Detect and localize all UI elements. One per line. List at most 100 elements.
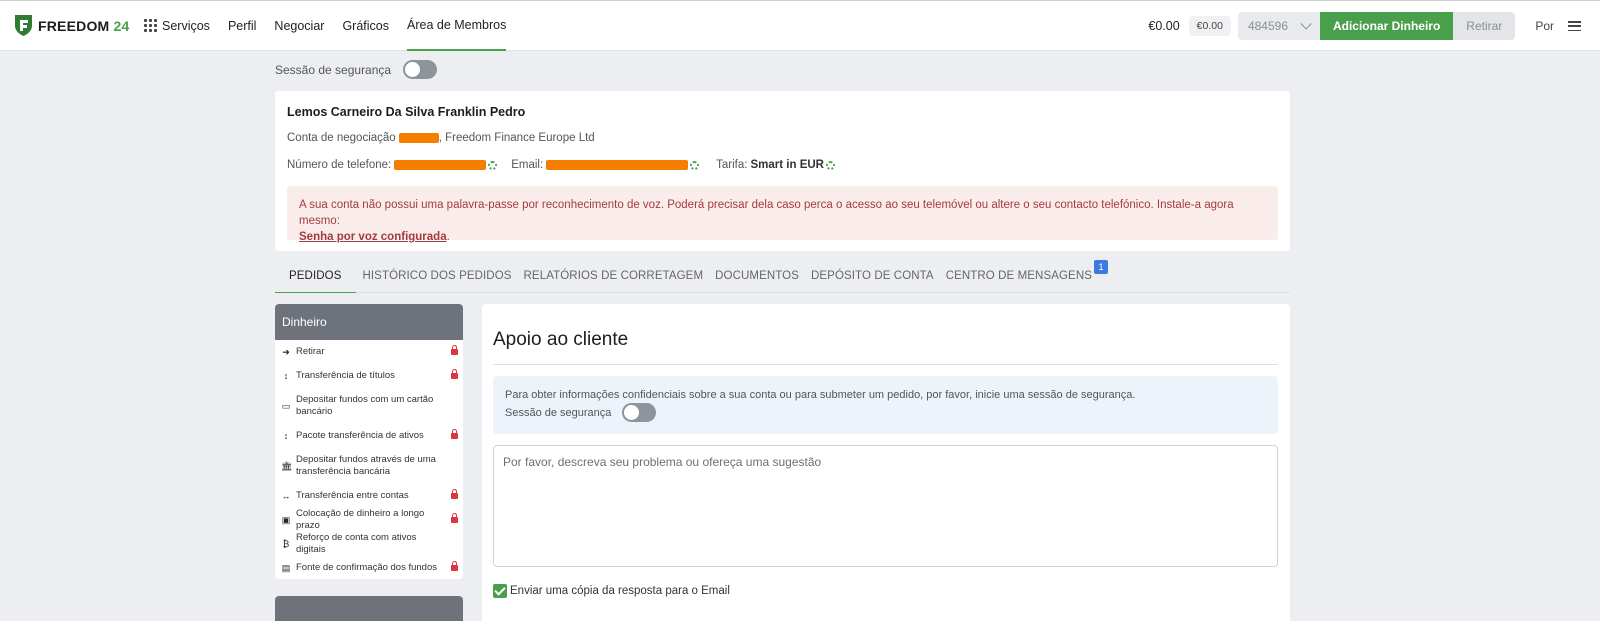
second-sidebar-panel	[275, 596, 463, 621]
info-security-row: Sessão de segurança	[505, 403, 1266, 422]
contact-line: Número de telefone: Email: Tarifa: Smart…	[287, 159, 835, 171]
hamburger-menu-icon[interactable]	[1568, 21, 1581, 31]
sidebar-item-label: Transferência entre contas	[296, 490, 409, 501]
document-icon: ▤	[281, 563, 291, 573]
sidebar-item-digital-assets[interactable]: ₿ Reforço de conta com ativos digitais	[275, 532, 463, 556]
voice-password-alert: A sua conta não possui uma palavra-passe…	[287, 186, 1278, 243]
security-session-toggle[interactable]	[622, 403, 657, 422]
transfer-icon: ↕	[283, 371, 289, 381]
customer-support-card: Apoio ao cliente Para obter informações …	[482, 304, 1290, 621]
transfer-icon: ↕	[283, 431, 289, 441]
alert-end: .	[446, 231, 450, 243]
account-label: Conta de negociação	[287, 132, 396, 144]
gear-icon[interactable]	[690, 160, 700, 170]
account-line: Conta de negociação , Freedom Finance Eu…	[287, 132, 595, 144]
email-copy-label[interactable]: Enviar uma cópia da resposta para o Emai…	[510, 585, 730, 597]
brand-logo[interactable]: FREEDOM 24	[14, 14, 129, 37]
withdraw-button[interactable]: Retirar	[1453, 12, 1516, 40]
security-session-label: Sessão de segurança	[505, 406, 612, 419]
account-number: 484596	[1247, 19, 1288, 33]
tab-documents[interactable]: DOCUMENTOS	[709, 263, 805, 293]
security-session-toggle[interactable]	[403, 60, 438, 79]
tariff-value: Smart in EUR	[750, 159, 824, 171]
sidebar-item-transfer-between-accounts[interactable]: ↔ Transferência entre contas	[275, 484, 463, 508]
lock-icon	[451, 513, 458, 523]
top-bar: FREEDOM 24 Serviços Perfil Negociar Gráf…	[0, 0, 1600, 51]
header-tools: €0.00 €0.00 484596 Adicionar Dinheiro Re…	[1148, 1, 1600, 51]
lock-icon	[451, 345, 458, 355]
email-copy-checkbox[interactable]	[493, 584, 507, 598]
security-info-box: Para obter informações confidenciais sob…	[493, 376, 1278, 434]
sidebar-item-securities-transfer[interactable]: ↕ Transferência de títulos	[275, 364, 463, 388]
redacted-email	[546, 160, 689, 170]
sidebar-item-withdraw[interactable]: ➜ Retirar	[275, 340, 463, 364]
tariff-label: Tarifa:	[716, 159, 748, 171]
balance: €0.00	[1148, 19, 1180, 33]
message-count-badge: 1	[1094, 260, 1108, 274]
lock-icon	[451, 429, 458, 439]
tab-message-center[interactable]: CENTRO DE MENSAGENS 1	[940, 260, 1108, 293]
sidebar-item-asset-package-transfer[interactable]: ↕ Pacote transferência de ativos	[275, 424, 463, 448]
redacted-phone	[394, 160, 487, 170]
sidebar-item-label: Retirar	[296, 346, 325, 357]
chevron-down-icon	[1300, 18, 1312, 30]
brand-name: FREEDOM 24	[38, 17, 130, 34]
redacted-account	[398, 133, 439, 143]
gear-icon[interactable]	[825, 160, 835, 170]
main-nav: Serviços Perfil Negociar Gráficos Área d…	[144, 1, 524, 51]
tab-brokerage-reports[interactable]: RELATÓRIOS DE CORRETAGEM	[518, 263, 710, 293]
tab-orders[interactable]: PEDIDOS	[275, 263, 357, 293]
account-company: , Freedom Finance Europe Ltd	[438, 132, 595, 144]
shield-logo-icon	[15, 15, 32, 36]
money-icon: ▣	[281, 515, 291, 525]
card-icon: ▭	[281, 401, 291, 411]
tab-account-deposit[interactable]: DEPÓSITO DE CONTA	[805, 263, 940, 293]
gear-icon[interactable]	[488, 160, 498, 170]
exit-icon: ➜	[282, 347, 290, 357]
nav-trade[interactable]: Negociar	[274, 1, 324, 51]
profile-card: Lemos Carneiro Da Silva Franklin Pedro C…	[275, 91, 1290, 251]
nav-services[interactable]: Serviços	[144, 1, 210, 51]
nav-charts[interactable]: Gráficos	[342, 1, 389, 51]
security-session-row: Sessão de segurança	[275, 60, 438, 79]
sidebar-item-label: Pacote transferência de ativos	[296, 430, 424, 441]
sidebar-item-label: Colocação de dinheiro a longo prazo	[296, 508, 425, 531]
arrows-icon: ↔	[281, 491, 291, 501]
sidebar-item-label: Fonte de confirmação dos fundos	[296, 562, 438, 573]
message-textarea[interactable]	[493, 445, 1278, 567]
bank-icon: 🏛	[281, 461, 293, 471]
page-title: Apoio ao cliente	[493, 329, 629, 350]
voice-password-link[interactable]: Senha por voz configurada	[299, 231, 447, 243]
email-label: Email:	[511, 159, 544, 171]
lock-icon	[451, 369, 458, 379]
sidebar-item-source-of-funds[interactable]: ▤ Fonte de confirmação dos fundos	[275, 556, 463, 579]
account-select[interactable]: 484596	[1237, 12, 1320, 40]
sidebar-title: Dinheiro	[275, 304, 463, 340]
balance-badge: €0.00	[1188, 16, 1231, 36]
tab-order-history[interactable]: HISTÓRICO DOS PEDIDOS	[356, 263, 517, 293]
sidebar-item-label: Transferência de títulos	[296, 370, 395, 381]
sidebar-item-long-term-placement[interactable]: ▣ Colocação de dinheiro a longo prazo	[275, 508, 463, 532]
sidebar-item-bank-transfer-deposit[interactable]: 🏛 Depositar fundos através de uma transf…	[275, 448, 463, 484]
phone-label: Número de telefone:	[287, 159, 392, 171]
profile-name: Lemos Carneiro Da Silva Franklin Pedro	[287, 105, 526, 119]
lock-icon	[451, 489, 458, 499]
sidebar-item-label: Depositar fundos através de uma transfer…	[296, 454, 436, 477]
nav-profile[interactable]: Perfil	[228, 1, 256, 51]
alert-text: A sua conta não possui uma palavra-passe…	[299, 199, 1234, 227]
language-selector[interactable]: Por	[1535, 19, 1554, 33]
money-sidebar: Dinheiro ➜ Retirar ↕ Transferência de tí…	[275, 304, 463, 579]
sidebar-item-label: Reforço de conta com ativos digitais	[296, 532, 417, 555]
lock-icon	[451, 561, 458, 571]
sidebar-item-label: Depositar fundos com um cartão bancário	[296, 394, 434, 417]
security-session-label: Sessão de segurança	[275, 62, 392, 77]
add-money-button[interactable]: Adicionar Dinheiro	[1319, 12, 1454, 40]
sidebar-item-card-deposit[interactable]: ▭ Depositar fundos com um cartão bancári…	[275, 388, 463, 424]
section-tabs: PEDIDOS HISTÓRICO DOS PEDIDOS RELATÓRIOS…	[275, 260, 1290, 293]
tab-message-center-label: CENTRO DE MENSAGENS	[945, 270, 1092, 282]
divider	[493, 364, 1278, 365]
nav-services-label: Serviços	[162, 19, 210, 33]
bitcoin-icon: ₿	[282, 539, 290, 549]
info-text: Para obter informações confidenciais sob…	[505, 389, 1136, 401]
nav-members-area[interactable]: Área de Membros	[407, 1, 507, 51]
